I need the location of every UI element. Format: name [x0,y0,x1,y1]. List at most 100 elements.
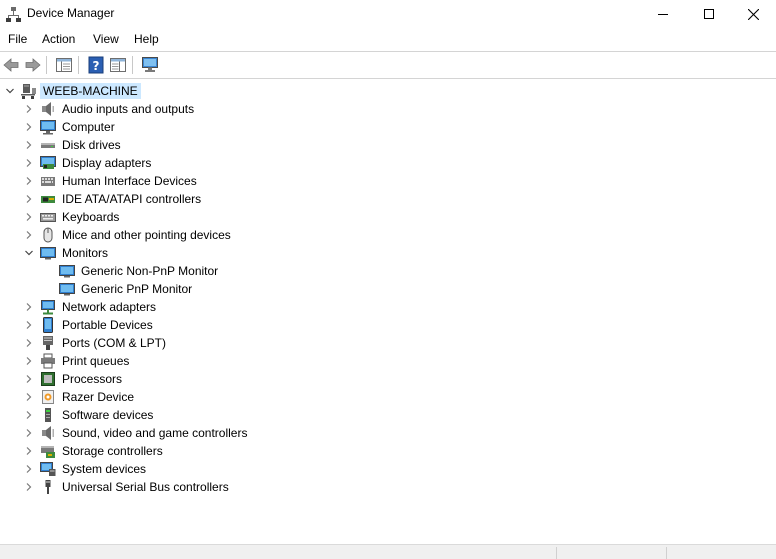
menu-view[interactable]: View [93,32,119,46]
speaker-icon [42,102,54,116]
tree-category-label: Keyboards [62,210,120,224]
maximize-icon [704,9,714,19]
tree-category[interactable]: System devices [0,460,776,478]
chevron-right-icon[interactable] [24,338,34,348]
computer-icon [40,120,56,135]
monitor-device-icon [59,265,75,278]
chevron-right-icon[interactable] [24,140,34,150]
chevron-right-icon[interactable] [24,482,34,492]
menu-bar: File Action View Help [0,29,776,50]
chevron-down-icon[interactable] [24,248,34,258]
tree-category-label: Computer [62,120,115,134]
status-bar [0,544,776,559]
tree-category[interactable]: Storage controllers [0,442,776,460]
chevron-right-icon[interactable] [24,212,34,222]
chevron-right-icon[interactable] [24,464,34,474]
tree-category[interactable]: Sound, video and game controllers [0,424,776,442]
tree-category-label: Mice and other pointing devices [62,228,231,242]
mouse-icon [43,227,53,243]
tree-root-label: WEEB-MACHINE [40,83,141,99]
chevron-right-icon[interactable] [24,410,34,420]
tree-category[interactable]: Universal Serial Bus controllers [0,478,776,496]
port-icon [43,336,53,350]
chevron-right-icon[interactable] [24,302,34,312]
tree-category[interactable]: Razer Device [0,388,776,406]
tree-category-label: Razer Device [62,390,135,404]
chevron-right-icon[interactable] [24,356,34,366]
tree-category[interactable]: Print queues [0,352,776,370]
tree-category[interactable]: Software devices [0,406,776,424]
chevron-right-icon[interactable] [24,194,34,204]
chevron-right-icon[interactable] [24,428,34,438]
printer-icon [41,353,55,369]
tree-category-label: Audio inputs and outputs [62,102,195,116]
tree-category[interactable]: Computer [0,118,776,136]
tree-category[interactable]: Ports (COM & LPT) [0,334,776,352]
properties-icon[interactable] [109,56,127,74]
chevron-right-icon[interactable] [24,320,34,330]
tree-root[interactable]: WEEB-MACHINE [0,82,776,100]
chevron-right-icon[interactable] [24,122,34,132]
tree-category-label: Sound, video and game controllers [62,426,248,440]
tree-category-label: Network adapters [62,300,157,314]
menu-help[interactable]: Help [134,32,159,46]
tree-category-label: Ports (COM & LPT) [62,336,167,350]
back-arrow-icon[interactable] [2,56,20,74]
tree-category[interactable]: Monitors [0,244,776,262]
chevron-right-icon[interactable] [24,446,34,456]
show-hide-console-tree-icon[interactable] [55,56,73,74]
tree-category-label: Software devices [62,408,154,422]
chevron-right-icon[interactable] [24,374,34,384]
maximize-button[interactable] [686,0,732,28]
chevron-right-icon[interactable] [24,230,34,240]
tree-category[interactable]: Mice and other pointing devices [0,226,776,244]
help-icon[interactable]: ? [87,56,105,74]
window-title: Device Manager [27,6,115,20]
tree-category[interactable]: Keyboards [0,208,776,226]
minimize-button[interactable] [640,0,686,28]
close-icon [747,8,759,20]
tree-category[interactable]: Portable Devices [0,316,776,334]
chevron-right-icon[interactable] [24,392,34,402]
title-bar: Device Manager [0,0,776,28]
scan-hardware-changes-icon[interactable] [141,56,159,74]
tree-device-label: Generic Non-PnP Monitor [81,264,219,278]
forward-arrow-icon[interactable] [24,56,42,74]
tree-device[interactable]: Generic PnP Monitor [0,280,776,298]
tree-category-label: Disk drives [62,138,121,152]
processor-icon [41,372,55,386]
toolbar-separator-line [0,78,776,79]
hid-icon [41,177,55,186]
tree-device[interactable]: Generic Non-PnP Monitor [0,262,776,280]
chevron-right-icon[interactable] [24,176,34,186]
tree-category-label: Monitors [62,246,109,260]
chevron-right-icon[interactable] [24,104,34,114]
tree-category-label: IDE ATA/ATAPI controllers [62,192,202,206]
display-adapter-icon [40,156,56,169]
tree-category-label: System devices [62,462,147,476]
tree-category[interactable]: Disk drives [0,136,776,154]
tree-category-label: Universal Serial Bus controllers [62,480,229,494]
tree-category[interactable]: Human Interface Devices [0,172,776,190]
tree-category[interactable]: Processors [0,370,776,388]
tree-category[interactable]: Display adapters [0,154,776,172]
close-button[interactable] [730,0,776,28]
status-divider [556,547,557,559]
status-divider [666,547,667,559]
monitor-device-icon [59,283,75,296]
tree-device-label: Generic PnP Monitor [81,282,193,296]
usb-icon [45,480,51,494]
chevron-down-icon[interactable] [5,86,15,96]
menu-file[interactable]: File [8,32,27,46]
tree-category[interactable]: IDE ATA/ATAPI controllers [0,190,776,208]
tree-category[interactable]: Network adapters [0,298,776,316]
menu-action[interactable]: Action [42,32,75,46]
ide-controller-icon [41,196,55,203]
tree-category[interactable]: Audio inputs and outputs [0,100,776,118]
sound-controller-icon [42,426,54,440]
tree-category-label: Human Interface Devices [62,174,197,188]
portable-device-icon [43,317,53,333]
storage-controller-icon [41,446,55,458]
tree-category-label: Print queues [62,354,130,368]
chevron-right-icon[interactable] [24,158,34,168]
